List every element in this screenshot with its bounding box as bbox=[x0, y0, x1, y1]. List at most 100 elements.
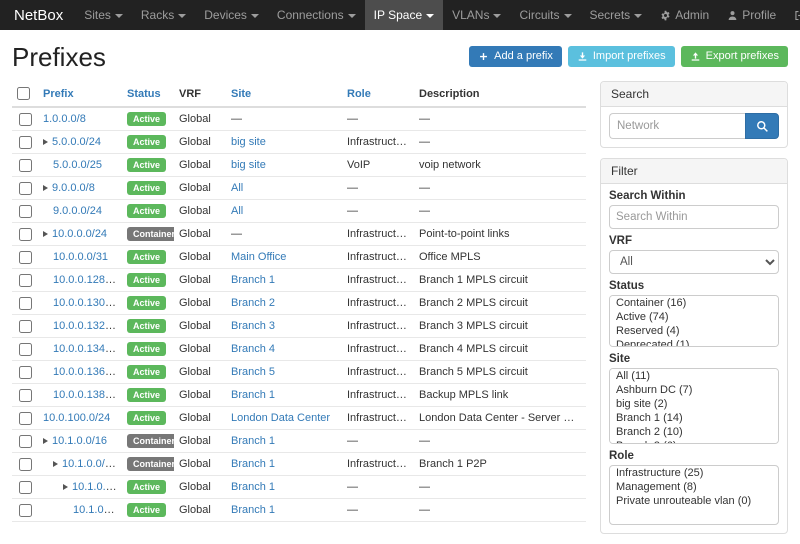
nav-item-circuits[interactable]: Circuits bbox=[510, 0, 580, 30]
expand-arrow-icon[interactable] bbox=[43, 185, 48, 191]
column-header-prefix[interactable]: Prefix bbox=[38, 81, 122, 107]
row-checkbox[interactable] bbox=[19, 481, 32, 494]
row-checkbox[interactable] bbox=[19, 458, 32, 471]
row-checkbox[interactable] bbox=[19, 435, 32, 448]
row-checkbox[interactable] bbox=[19, 136, 32, 149]
filter-option[interactable]: Branch 2 (10) bbox=[610, 425, 778, 439]
row-checkbox[interactable] bbox=[19, 389, 32, 402]
filter-option[interactable]: Management (8) bbox=[610, 480, 778, 494]
site-link[interactable]: All bbox=[231, 205, 243, 217]
prefix-link[interactable]: 10.0.0.132/31 bbox=[53, 320, 120, 332]
status-filter-list[interactable]: Container (16)Active (74)Reserved (4)Dep… bbox=[609, 295, 779, 347]
column-header-site[interactable]: Site bbox=[226, 81, 342, 107]
site-link[interactable]: Branch 1 bbox=[231, 504, 275, 516]
prefix-link[interactable]: 10.1.0.0/25 bbox=[72, 481, 122, 493]
row-checkbox[interactable] bbox=[19, 113, 32, 126]
site-link[interactable]: Branch 2 bbox=[231, 297, 275, 309]
role-filter-list[interactable]: Infrastructure (25)Management (8)Private… bbox=[609, 465, 779, 525]
prefix-link[interactable]: 5.0.0.0/25 bbox=[53, 159, 102, 171]
prefix-link[interactable]: 1.0.0.0/8 bbox=[43, 113, 86, 125]
nav-item-admin[interactable]: Admin bbox=[651, 0, 718, 30]
vrf-select[interactable]: All bbox=[609, 250, 779, 274]
nav-item-connections[interactable]: Connections bbox=[268, 0, 365, 30]
prefix-link[interactable]: 10.1.0.0/24 bbox=[62, 458, 117, 470]
row-checkbox[interactable] bbox=[19, 504, 32, 517]
site-link[interactable]: big site bbox=[231, 136, 266, 148]
search-input[interactable] bbox=[609, 113, 745, 139]
nav-item-devices[interactable]: Devices bbox=[195, 0, 268, 30]
filter-option[interactable]: Ashburn DC (7) bbox=[610, 383, 778, 397]
expand-arrow-icon[interactable] bbox=[53, 461, 58, 467]
row-checkbox[interactable] bbox=[19, 366, 32, 379]
prefix-cell: 10.0.0.132/31 bbox=[38, 315, 122, 338]
nav-item-racks[interactable]: Racks bbox=[132, 0, 195, 30]
filter-option[interactable]: Private unrouteable vlan (0) bbox=[610, 494, 778, 508]
expand-arrow-icon[interactable] bbox=[63, 484, 68, 490]
nav-item-ip-space[interactable]: IP Space bbox=[365, 0, 443, 30]
prefix-link[interactable]: 10.1.0.0/26 bbox=[73, 504, 122, 516]
prefix-link[interactable]: 10.0.0.136/31 bbox=[53, 366, 120, 378]
site-link[interactable]: Main Office bbox=[231, 251, 286, 263]
prefix-link[interactable]: 10.0.100.0/24 bbox=[43, 412, 110, 424]
site-link[interactable]: Branch 4 bbox=[231, 343, 275, 355]
filter-option[interactable]: Container (16) bbox=[610, 296, 778, 310]
site-link[interactable]: big site bbox=[231, 159, 266, 171]
row-checkbox[interactable] bbox=[19, 159, 32, 172]
site-link[interactable]: Branch 3 bbox=[231, 320, 275, 332]
filter-option[interactable]: Active (74) bbox=[610, 310, 778, 324]
add-a-prefix-button[interactable]: Add a prefix bbox=[469, 46, 562, 67]
nav-item-profile[interactable]: Profile bbox=[718, 0, 785, 30]
export-prefixes-button[interactable]: Export prefixes bbox=[681, 46, 788, 67]
row-checkbox[interactable] bbox=[19, 412, 32, 425]
site-link[interactable]: Branch 1 bbox=[231, 274, 275, 286]
prefix-link[interactable]: 9.0.0.0/8 bbox=[52, 182, 95, 194]
site-link[interactable]: Branch 1 bbox=[231, 481, 275, 493]
row-checkbox[interactable] bbox=[19, 182, 32, 195]
filter-option[interactable]: Infrastructure (25) bbox=[610, 466, 778, 480]
prefix-link[interactable]: 9.0.0.0/24 bbox=[53, 205, 102, 217]
row-checkbox[interactable] bbox=[19, 297, 32, 310]
prefix-link[interactable]: 10.0.0.138/31 bbox=[53, 389, 120, 401]
filter-option[interactable]: Branch 3 (6) bbox=[610, 439, 778, 444]
filter-option[interactable]: Reserved (4) bbox=[610, 324, 778, 338]
search-button[interactable] bbox=[745, 113, 779, 139]
column-header-status[interactable]: Status bbox=[122, 81, 174, 107]
prefix-link[interactable]: 5.0.0.0/24 bbox=[52, 136, 101, 148]
site-link[interactable]: Branch 5 bbox=[231, 366, 275, 378]
filter-option[interactable]: Deprecated (1) bbox=[610, 338, 778, 347]
site-filter-list[interactable]: All (11)Ashburn DC (7)big site (2)Branch… bbox=[609, 368, 779, 444]
row-checkbox[interactable] bbox=[19, 228, 32, 241]
search-within-input[interactable] bbox=[609, 205, 779, 229]
site-link[interactable]: London Data Center bbox=[231, 412, 330, 424]
expand-arrow-icon[interactable] bbox=[43, 438, 48, 444]
row-checkbox[interactable] bbox=[19, 320, 32, 333]
nav-item-vlans[interactable]: VLANs bbox=[443, 0, 510, 30]
nav-item-secrets[interactable]: Secrets bbox=[581, 0, 652, 30]
filter-option[interactable]: Branch 1 (14) bbox=[610, 411, 778, 425]
expand-arrow-icon[interactable] bbox=[43, 231, 48, 237]
prefix-link[interactable]: 10.0.0.0/24 bbox=[52, 228, 107, 240]
prefix-link[interactable]: 10.0.0.130/31 bbox=[53, 297, 120, 309]
import-prefixes-button[interactable]: Import prefixes bbox=[568, 46, 675, 67]
prefix-link[interactable]: 10.0.0.0/31 bbox=[53, 251, 108, 263]
site-link[interactable]: Branch 1 bbox=[231, 389, 275, 401]
filter-option[interactable]: All (11) bbox=[610, 369, 778, 383]
row-checkbox[interactable] bbox=[19, 274, 32, 287]
row-checkbox[interactable] bbox=[19, 343, 32, 356]
nav-item-sites[interactable]: Sites bbox=[75, 0, 132, 30]
site-link[interactable]: Branch 1 bbox=[231, 458, 275, 470]
site-link[interactable]: All bbox=[231, 182, 243, 194]
prefix-cell: 10.1.0.0/24 bbox=[38, 453, 122, 476]
select-all-checkbox[interactable] bbox=[17, 87, 30, 100]
row-checkbox[interactable] bbox=[19, 251, 32, 264]
filter-option[interactable]: big site (2) bbox=[610, 397, 778, 411]
brand[interactable]: NetBox bbox=[10, 0, 75, 30]
column-header-role[interactable]: Role bbox=[342, 81, 414, 107]
prefix-link[interactable]: 10.0.0.134/31 bbox=[53, 343, 120, 355]
site-link[interactable]: Branch 1 bbox=[231, 435, 275, 447]
nav-item-log-out[interactable]: Log out bbox=[785, 0, 800, 30]
prefix-link[interactable]: 10.1.0.0/16 bbox=[52, 435, 107, 447]
row-checkbox[interactable] bbox=[19, 205, 32, 218]
expand-arrow-icon[interactable] bbox=[43, 139, 48, 145]
prefix-link[interactable]: 10.0.0.128/31 bbox=[53, 274, 120, 286]
